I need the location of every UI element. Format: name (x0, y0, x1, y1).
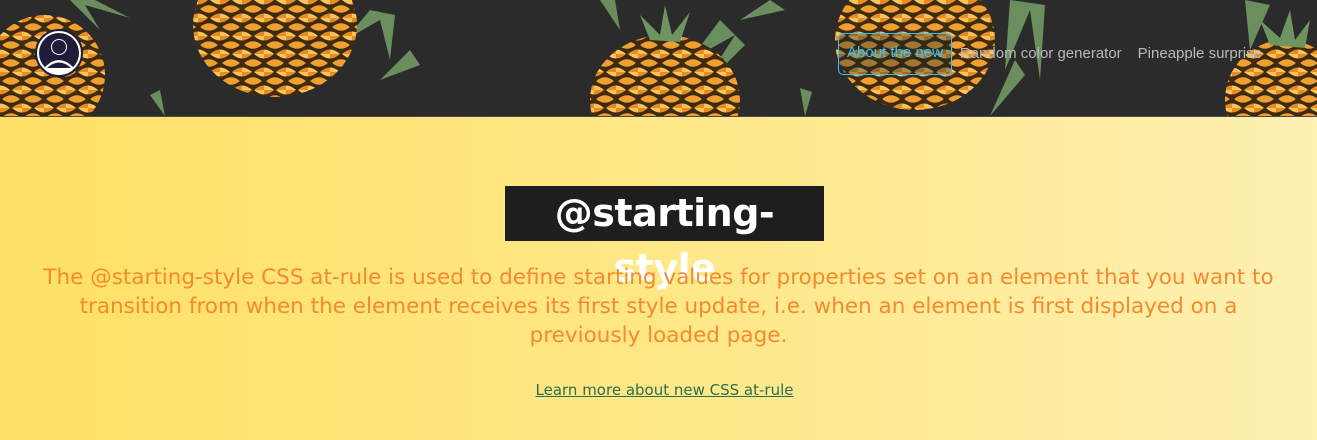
header-banner: About the new Random color generator Pin… (0, 0, 1317, 117)
nav-random-color-generator[interactable]: Random color generator (952, 34, 1130, 74)
description: The @starting-style CSS at-rule is used … (43, 265, 1274, 348)
main-nav: About the new Random color generator Pin… (838, 33, 1270, 75)
learn-more-container: Learn more about new CSS at-rule (0, 381, 1317, 399)
learn-more-link[interactable]: Learn more about new CSS at-rule (536, 381, 794, 399)
user-icon (39, 33, 79, 75)
nav-about-the-new[interactable]: About the new (838, 33, 952, 75)
page-title: @starting-style (505, 186, 824, 290)
nav-pineapple-surprise[interactable]: Pineapple surprise (1130, 34, 1270, 74)
main-content: @starting-style The @starting-style CSS … (0, 117, 1317, 440)
avatar[interactable] (35, 29, 83, 77)
